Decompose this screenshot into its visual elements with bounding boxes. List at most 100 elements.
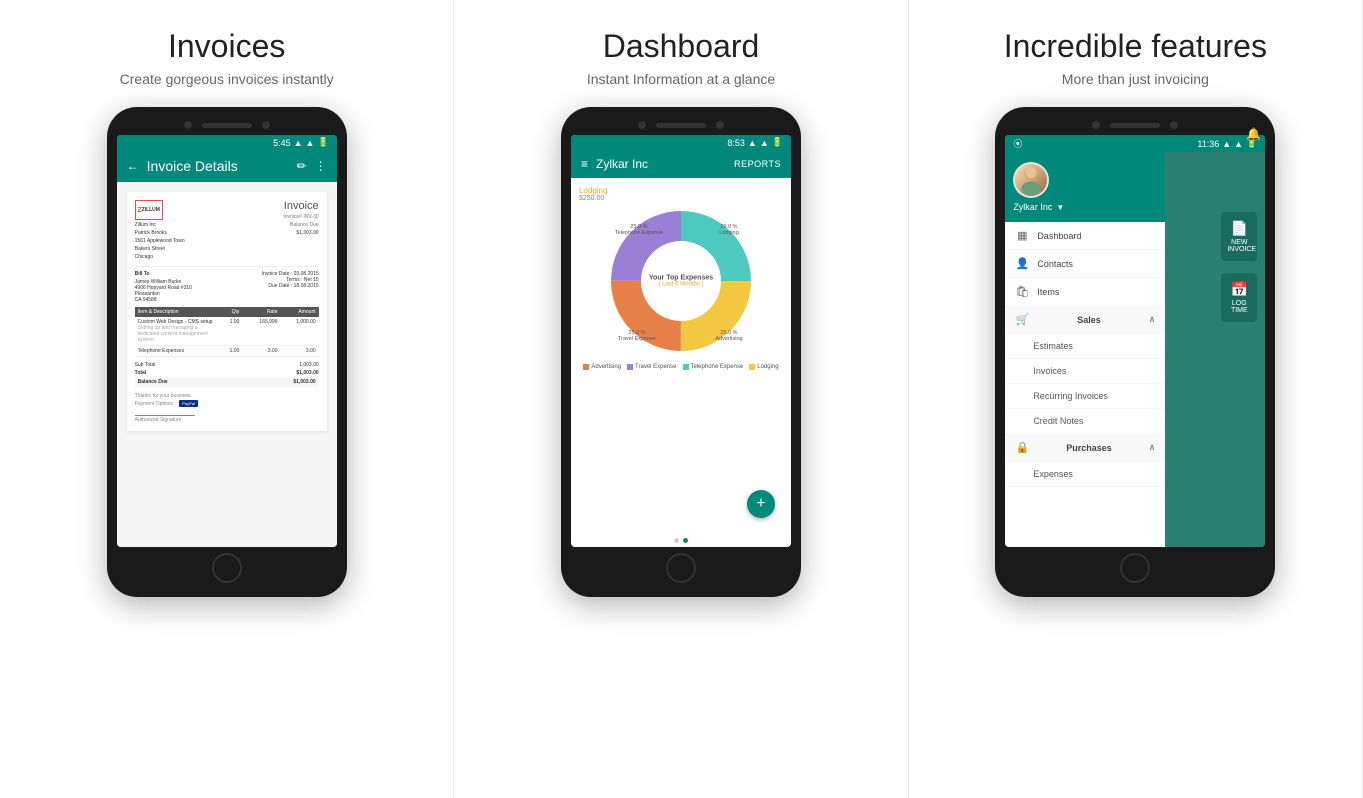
sidebar-item-credit-notes[interactable]: Credit Notes [1005, 409, 1165, 434]
hamburger-icon[interactable]: ≡ [581, 157, 588, 171]
phone2-bottom [571, 553, 791, 583]
invoices-panel: Invoices Create gorgeous invoices instan… [0, 0, 454, 798]
sidebar-item-estimates[interactable]: Estimates [1005, 334, 1165, 359]
dropdown-arrow-icon[interactable]: ▼ [1056, 203, 1064, 212]
logo-name: ZILLUM [142, 207, 160, 213]
sidebar-item-expenses[interactable]: Expenses [1005, 462, 1165, 487]
panel2-subtitle: Instant Information at a glance [587, 71, 775, 87]
bill-to-left: Bill To James William Burke 4906 Hopyard… [135, 271, 192, 303]
phone1-speaker [202, 123, 252, 128]
phone2-speaker [656, 123, 706, 128]
highlight-label: Lodging [579, 186, 607, 195]
phone3-speaker [1110, 123, 1160, 128]
legend-advertising: Advertising [583, 364, 621, 370]
due-date-row: Due Date : 18.08.2015 [262, 283, 319, 289]
company-addr4: Chicago [135, 254, 185, 260]
balance-due-amt: $1,003.00 [283, 230, 318, 236]
new-invoice-label: NEW INVOICE [1227, 239, 1251, 253]
invoice-title: Invoice [283, 200, 318, 212]
invoice-num: Invoice# INV-30 [283, 214, 318, 220]
phone3: ⦿ 11:36 ▲ ▲ 🔋 [995, 107, 1275, 597]
home-button3[interactable] [1120, 553, 1150, 583]
table-row: Custom Web Design - CMS setupSetting up … [135, 317, 319, 346]
donut-main-text: Your Top Expenses [646, 275, 716, 282]
sidebar-item-contacts[interactable]: 👤 Contacts [1005, 250, 1165, 278]
invoice-totals: Sub Total1,003.00 Total$1,003.00 Balance… [135, 361, 319, 387]
home-button[interactable] [212, 553, 242, 583]
legend-label-lodging: Lodging [757, 364, 778, 370]
sidebar-item-purchases[interactable]: 🔒 Purchases ∧ [1005, 434, 1165, 462]
avatar-image [1015, 164, 1047, 196]
signal-icon2: ▲ [760, 138, 769, 148]
sidebar-item-invoices[interactable]: Invoices [1005, 359, 1165, 384]
phone2-camera [638, 121, 646, 129]
divider1 [135, 266, 319, 267]
company-addr1: Patrick Brooks [135, 230, 185, 236]
bill-to-label: Bill To [135, 271, 192, 277]
phone3-top [1005, 121, 1265, 129]
features-panel: Incredible features More than just invoi… [909, 0, 1363, 798]
sig-text: Authorized Signature [135, 417, 319, 423]
sidebar-item-items[interactable]: 🛍 Items [1005, 278, 1165, 306]
paypal-icon: PayPal [179, 400, 198, 407]
invoice-dates: Invoice Date : 03.08.2015 Terms : Net 15… [262, 271, 319, 303]
chart-legend: Advertising Travel Expense Telephone Exp… [583, 364, 778, 370]
edit-icon[interactable]: ✏ [297, 159, 307, 173]
more-icon[interactable]: ⋮ [315, 159, 327, 173]
donut-chart: Your Top Expenses ( Last 6 Months ) 25.0… [606, 206, 756, 356]
sidebar-user-area: Zylkar Inc ▼ [1005, 152, 1165, 222]
reports-button[interactable]: REPORTS [734, 159, 781, 169]
col-header-desc: Item & Description [138, 309, 214, 315]
sidebar-label-items: Items [1037, 287, 1059, 297]
log-time-icon: 📅 [1227, 281, 1251, 298]
segment-label-advertising: 25.0 %Advertising [706, 330, 752, 342]
balance-due-label: Balance Due [283, 222, 318, 228]
sidebar-nav: Zylkar Inc ▼ ▦ Dashboard 👤 Contacts [1005, 152, 1165, 547]
purchases-icon: 🔒 [1015, 441, 1029, 454]
phone1-appbar: ← Invoice Details ✏ ⋮ [117, 150, 337, 182]
page-dots [571, 534, 791, 547]
wifi-icon: ▲ [294, 138, 303, 148]
dot-2 [683, 538, 688, 543]
fab-container: + [579, 484, 783, 526]
sidebar-item-sales[interactable]: 🛒 Sales ∧ [1005, 306, 1165, 334]
legend-travel: Travel Expense [627, 364, 676, 370]
company-full: Zillum Inc [135, 222, 185, 228]
company-addr3: Bakers Street [135, 246, 185, 252]
home-button2[interactable] [666, 553, 696, 583]
table-row: Telephone Expenses 1.00 3.00 3.00 [135, 346, 319, 357]
phone2-camera2 [716, 121, 724, 129]
purchases-collapse-icon: ∧ [1149, 442, 1156, 453]
sidebar-item-dashboard[interactable]: ▦ Dashboard [1005, 222, 1165, 250]
phone1: 5:45 ▲ ▲ 🔋 ← Invoice Details ✏ ⋮ [107, 107, 347, 597]
client-state: CA 94588 [135, 297, 192, 303]
payment-label: Payment Options : [135, 401, 176, 407]
donut-sub-text: ( Last 6 Months ) [646, 282, 716, 288]
phone3-status-left: ⦿ [1013, 137, 1022, 150]
row1-amt: 1,000.00 [278, 319, 316, 343]
company-logo: Z ZILLUM [135, 200, 163, 220]
dot-1 [674, 538, 679, 543]
segment-label-telephone: 25.0 %Telephone Expense [614, 224, 664, 236]
legend-telephone: Telephone Expense [683, 364, 744, 370]
phone3-bottom [1005, 553, 1265, 583]
log-time-button[interactable]: 📅 LOG TIME [1221, 273, 1257, 322]
thanks-text: Thanks for your business. [135, 393, 319, 399]
sidebar-label-estimates: Estimates [1033, 341, 1073, 351]
phone2-top [571, 121, 791, 129]
total-row: Total$1,003.00 [135, 369, 319, 377]
fab-button[interactable]: + [747, 490, 775, 518]
sidebar-item-recurring-invoices[interactable]: Recurring Invoices [1005, 384, 1165, 409]
panel2-title: Dashboard [603, 28, 760, 65]
phone2-time: 8:53 [727, 138, 745, 148]
phone2-statusbar: 8:53 ▲ ▲ 🔋 [571, 135, 791, 150]
dashboard-appbar: ≡ Zylkar Inc REPORTS [571, 150, 791, 178]
new-invoice-button[interactable]: 📄 NEW INVOICE [1221, 212, 1257, 261]
panel3-title: Incredible features [1004, 28, 1267, 65]
user-name-row: Zylkar Inc ▼ [1013, 202, 1064, 212]
chart-area: Lodging $250.00 Your Top Expenses ( Last… [571, 178, 791, 534]
invoice-title-section: Invoice Invoice# INV-30 Balance Due $1,0… [283, 200, 318, 260]
back-icon[interactable]: ← [127, 159, 139, 173]
legend-dot-telephone [683, 364, 689, 370]
bill-to-section: Bill To James William Burke 4906 Hopyard… [135, 271, 319, 303]
